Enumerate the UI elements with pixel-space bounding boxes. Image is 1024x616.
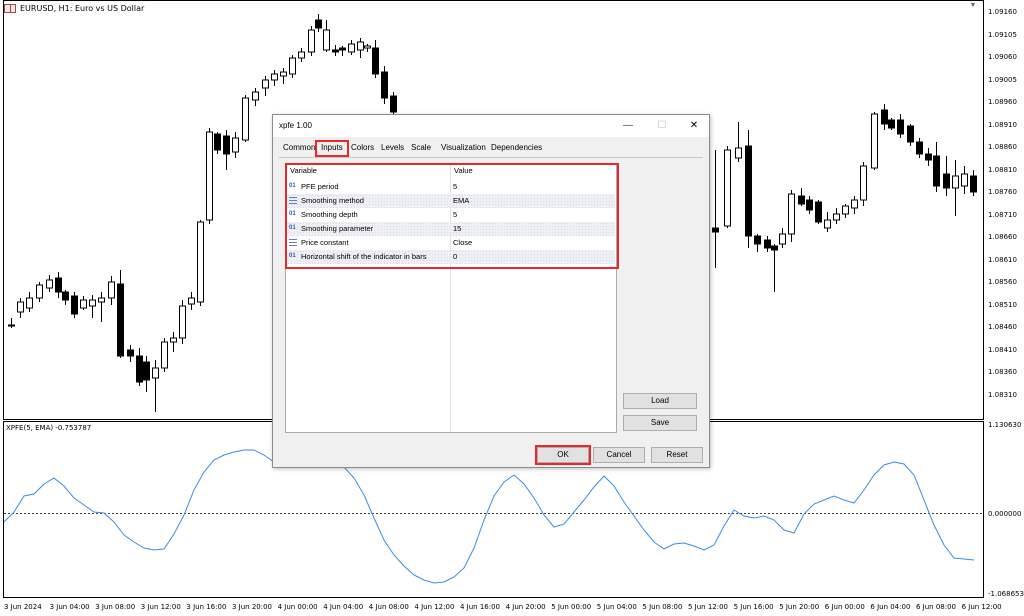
price-label: 1.08860 <box>988 143 1017 151</box>
time-label: 6 Jun 12:00 <box>961 603 1002 611</box>
price-label: 1.08710 <box>988 210 1017 219</box>
time-label: 5 Jun 12:00 <box>688 603 729 611</box>
tab-scale[interactable]: Scale <box>411 143 431 152</box>
price-label: 1.08960 <box>988 98 1017 106</box>
price-label: 1.08810 <box>988 165 1017 174</box>
chart-dropdown-icon[interactable]: ▼ <box>968 2 978 10</box>
indicator-axis-label: -1.068653 <box>988 590 1024 598</box>
indicator-axis-label: 0.000000 <box>988 510 1022 518</box>
time-label: 5 Jun 04:00 <box>596 603 637 611</box>
price-label: 1.08510 <box>988 300 1017 309</box>
ok-button-highlight <box>535 445 591 465</box>
time-label: 3 Jun 08:00 <box>95 603 136 611</box>
price-label: 1.09105 <box>988 30 1017 39</box>
price-label: 1.08410 <box>988 345 1017 354</box>
time-label: 3 Jun 20:00 <box>232 603 273 611</box>
chart-symbol-title: EURUSD, H1: Euro vs US Dollar <box>20 4 145 13</box>
price-label: 1.09160 <box>988 8 1017 16</box>
tab-dependencies[interactable]: Dependencies <box>491 143 542 152</box>
time-label: 6 Jun 04:00 <box>870 603 911 611</box>
maximize-icon[interactable]: ☐ <box>651 117 673 135</box>
minimize-icon[interactable]: — <box>617 117 639 135</box>
inputs-table-highlight <box>285 163 619 269</box>
price-label: 1.08310 <box>988 390 1017 399</box>
price-label: 1.08660 <box>988 233 1017 241</box>
dialog-title: xpfe 1.00 <box>279 121 312 130</box>
time-label: 5 Jun 20:00 <box>779 603 820 611</box>
time-label: 4 Jun 00:00 <box>277 603 318 611</box>
save-button[interactable]: Save <box>623 415 697 431</box>
cancel-button[interactable]: Cancel <box>593 447 645 463</box>
price-label: 1.09060 <box>988 53 1017 61</box>
indicator-axis-label: 1.130630 <box>988 421 1022 429</box>
tab-levels[interactable]: Levels <box>381 143 404 152</box>
time-label: 4 Jun 12:00 <box>414 603 455 611</box>
tab-inputs-highlight <box>315 140 349 157</box>
chart-symbol-icon <box>4 4 16 13</box>
price-label: 1.08460 <box>988 323 1017 331</box>
time-label: 5 Jun 08:00 <box>642 603 683 611</box>
indicator-properties-dialog: xpfe 1.00 — ☐ ✕ Common Inputs Colors Lev… <box>272 114 710 468</box>
tab-visualization[interactable]: Visualization <box>441 143 486 152</box>
time-label: 3 Jun 16:00 <box>186 603 227 611</box>
indicator-title: XPFE(5, EMA) -0.753787 <box>6 424 92 432</box>
time-label: 6 Jun 08:00 <box>916 603 957 611</box>
price-label: 1.08560 <box>988 278 1017 286</box>
time-label: 6 Jun 00:00 <box>824 603 865 611</box>
time-label: 3 Jun 2024 <box>4 603 42 611</box>
time-label: 4 Jun 20:00 <box>505 603 546 611</box>
load-button[interactable]: Load <box>623 393 697 409</box>
price-label: 1.08910 <box>988 120 1017 129</box>
tab-colors[interactable]: Colors <box>351 143 374 152</box>
close-icon[interactable]: ✕ <box>683 117 705 135</box>
time-label: 4 Jun 08:00 <box>368 603 409 611</box>
time-label: 4 Jun 16:00 <box>460 603 501 611</box>
tab-common[interactable]: Common <box>283 143 315 152</box>
indicator-line <box>3 449 975 584</box>
time-label: 4 Jun 04:00 <box>323 603 364 611</box>
dialog-titlebar[interactable]: xpfe 1.00 — ☐ ✕ <box>273 115 709 137</box>
reset-button[interactable]: Reset <box>651 447 703 463</box>
time-label: 5 Jun 00:00 <box>551 603 592 611</box>
price-label: 1.09005 <box>988 75 1017 84</box>
price-label: 1.08610 <box>988 255 1017 264</box>
time-label: 3 Jun 12:00 <box>140 603 181 611</box>
price-label: 1.08360 <box>988 368 1017 376</box>
time-label: 3 Jun 04:00 <box>49 603 90 611</box>
time-label: 5 Jun 16:00 <box>733 603 774 611</box>
price-label: 1.08760 <box>988 188 1017 196</box>
